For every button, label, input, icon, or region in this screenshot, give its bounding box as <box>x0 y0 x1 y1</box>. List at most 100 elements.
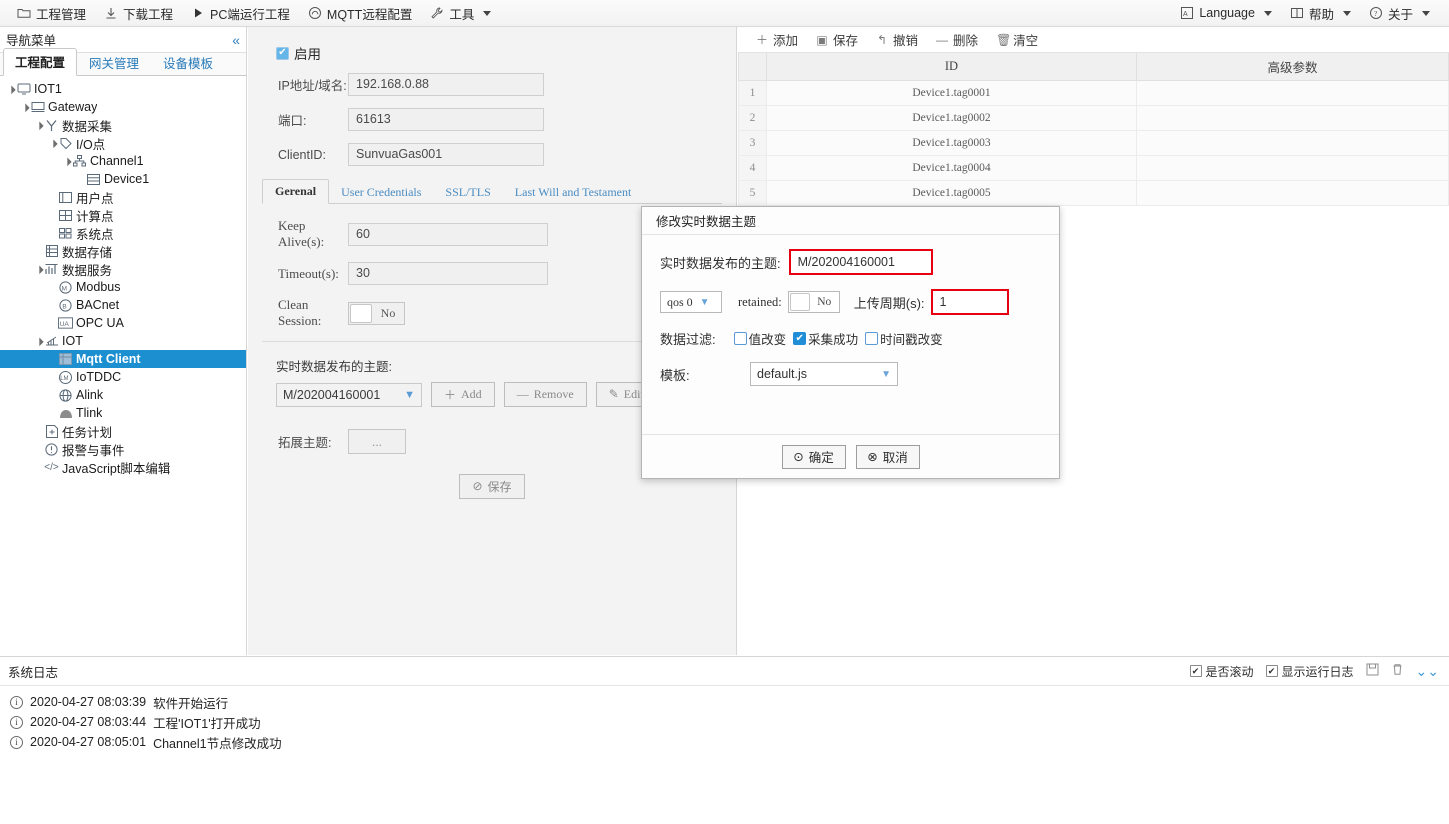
qos-select[interactable]: qos 0 ▼ <box>660 291 722 313</box>
play-icon <box>191 6 205 20</box>
clear-log-icon[interactable] <box>1391 663 1404 679</box>
tree-item-[interactable]: ◢ 数据服务 <box>0 260 246 278</box>
timeout-input[interactable]: 30 <box>348 262 548 285</box>
tree-item-[interactable]: 数据存储 <box>0 242 246 260</box>
form-tab-0[interactable]: Gerenal <box>262 179 330 204</box>
tree-item-alink[interactable]: Alink <box>0 386 246 404</box>
tree-item-gateway[interactable]: ◢ Gateway <box>0 98 246 116</box>
table-row[interactable]: 3 Device1.tag0003 <box>738 129 1449 156</box>
auto-scroll-checkbox[interactable] <box>1189 665 1202 677</box>
tree-item-[interactable]: 报警与事件 <box>0 440 246 458</box>
menu-item-tools[interactable]: 工具 <box>421 1 500 26</box>
table-row[interactable]: 2 Device1.tag0002 <box>738 104 1449 131</box>
value-change-checkbox[interactable] <box>733 332 747 345</box>
table-cell-id[interactable]: Device1.tag0005 <box>766 179 1137 206</box>
tree-item-bacnet[interactable]: B BACnet <box>0 296 246 314</box>
menu-item-language[interactable]: A Language <box>1171 3 1281 23</box>
syspoint-icon <box>58 226 73 240</box>
confirm-button[interactable]: ⊙ 确定 <box>781 444 846 469</box>
table-row[interactable]: 1 Device1.tag0001 <box>738 79 1449 106</box>
filter-collect-success[interactable]: 采集成功 <box>793 329 858 348</box>
collapse-left-icon[interactable]: « <box>232 33 240 47</box>
table-cell-id[interactable]: Device1.tag0003 <box>766 129 1137 156</box>
auto-scroll-toggle[interactable]: 是否滚动 <box>1189 663 1254 680</box>
table-cell-id[interactable]: Device1.tag0001 <box>766 79 1137 106</box>
enable-checkbox-row[interactable]: 启用 <box>248 27 736 73</box>
cancel-button[interactable]: ⊗ 取消 <box>855 444 920 469</box>
template-select[interactable]: default.js ▼ <box>750 362 898 386</box>
show-runlog-checkbox[interactable] <box>1265 665 1278 677</box>
form-tab-3[interactable]: Last Will and Testament <box>503 181 644 204</box>
table-cell-param[interactable] <box>1136 129 1449 156</box>
tree-item-[interactable]: 用户点 <box>0 188 246 206</box>
tree-item-javascript[interactable]: </> JavaScript脚本编辑 <box>0 458 246 476</box>
nav-tab-2[interactable]: 设备模板 <box>151 49 225 76</box>
timestamp-change-checkbox[interactable] <box>865 332 879 345</box>
ip-input[interactable]: 192.168.0.88 <box>348 73 544 96</box>
table-toolbar-undo-button[interactable]: ↰ 撤销 <box>868 28 926 51</box>
tree-item-label: 数据采集 <box>62 119 113 134</box>
show-runlog-toggle[interactable]: 显示运行日志 <box>1265 663 1354 680</box>
table-cell-id[interactable]: Device1.tag0004 <box>766 154 1137 181</box>
save-log-icon[interactable] <box>1366 663 1379 679</box>
enable-checkbox[interactable] <box>276 46 289 60</box>
tree-item-iotddc[interactable]: LM IoTDDC <box>0 368 246 386</box>
clean-session-toggle[interactable]: No <box>348 301 405 325</box>
tree-item-opc-ua[interactable]: UA OPC UA <box>0 314 246 332</box>
table-toolbar-save-button[interactable]: ▣ 保存 <box>808 28 866 51</box>
retained-toggle[interactable]: No <box>787 291 840 313</box>
tree-item-[interactable]: 系统点 <box>0 224 246 242</box>
menu-item-mqtt-remote-config[interactable]: MQTT远程配置 <box>299 1 421 26</box>
menu-item-help[interactable]: 帮助 <box>1281 1 1360 26</box>
port-input[interactable]: 61613 <box>348 108 544 131</box>
table-cell-param[interactable] <box>1136 79 1449 106</box>
tree-item-mqtt-client[interactable]: Mqtt Client <box>0 350 246 368</box>
tree-item-device1[interactable]: Device1 <box>0 170 246 188</box>
check-circle-icon: ⊘ <box>472 479 483 493</box>
tree-item-iot1[interactable]: ◢ IOT1 <box>0 80 246 98</box>
table-toolbar-trash-button[interactable]: 🗑 清空 <box>988 28 1046 51</box>
menu-item-project-manage[interactable]: 工程管理 <box>8 1 95 26</box>
menu-item-run-on-pc[interactable]: PC端运行工程 <box>182 1 299 26</box>
filter-value-change[interactable]: 值改变 <box>733 329 786 348</box>
table-cell-id[interactable]: Device1.tag0002 <box>766 104 1137 131</box>
keepalive-input[interactable]: 60 <box>348 222 548 246</box>
add-topic-button[interactable]: ＋ Add <box>431 382 495 407</box>
tree-item-i-o[interactable]: ◢ I/O点 <box>0 134 246 152</box>
tree-item-[interactable]: ◢ 数据采集 <box>0 116 246 134</box>
table-row[interactable]: 5 Device1.tag0005 <box>738 179 1449 206</box>
dialog-body: 实时数据发布的主题: M/202004160001 qos 0 ▼ retain… <box>642 235 1059 386</box>
extend-topic-label: 拓展主题: <box>278 436 332 450</box>
topic-select[interactable]: M/202004160001 ▼ <box>276 382 422 407</box>
clientid-input[interactable]: SunvuaGas001 <box>348 143 544 166</box>
tree-item-[interactable]: 任务计划 <box>0 422 246 440</box>
device-icon <box>86 172 101 186</box>
extend-topic-button[interactable]: ... <box>348 429 406 454</box>
tree-item-modbus[interactable]: M Modbus <box>0 278 246 296</box>
filter-timestamp-change[interactable]: 时间戳改变 <box>865 329 943 348</box>
remove-topic-button[interactable]: — Remove <box>503 382 587 407</box>
table-toolbar-plus-button[interactable]: ＋ 添加 <box>748 28 806 51</box>
tree-item-iot[interactable]: ◢ IOT <box>0 332 246 350</box>
nav-tab-1[interactable]: 网关管理 <box>77 49 151 76</box>
table-toolbar-minus-button[interactable]: — 删除 <box>928 28 986 51</box>
nav-tab-0[interactable]: 工程配置 <box>3 48 78 76</box>
tree-item-channel1[interactable]: ◢ Channel1 <box>0 152 246 170</box>
tree-item-tlink[interactable]: Tlink <box>0 404 246 422</box>
table-row[interactable]: 4 Device1.tag0004 <box>738 154 1449 181</box>
menu-item-about[interactable]: ? 关于 <box>1360 1 1439 26</box>
period-input[interactable]: 1 <box>930 289 1009 315</box>
collect-success-checkbox[interactable] <box>793 332 807 345</box>
table-cell-param[interactable] <box>1136 154 1449 181</box>
form-tab-1[interactable]: User Credentials <box>329 181 433 204</box>
save-label: 保存 <box>487 480 512 494</box>
dialog-topic-input[interactable]: M/202004160001 <box>788 249 933 275</box>
chevron-down-icon: ▼ <box>404 388 415 401</box>
table-cell-param[interactable] <box>1136 104 1449 131</box>
table-cell-param[interactable] <box>1136 179 1449 206</box>
collapse-down-icon[interactable]: ⌄⌄ <box>1416 663 1439 680</box>
menu-item-download-project[interactable]: 下载工程 <box>95 1 182 26</box>
form-tab-2[interactable]: SSL/TLS <box>433 181 502 204</box>
tree-item-[interactable]: 计算点 <box>0 206 246 224</box>
save-config-button[interactable]: ⊘ 保存 <box>459 474 525 499</box>
